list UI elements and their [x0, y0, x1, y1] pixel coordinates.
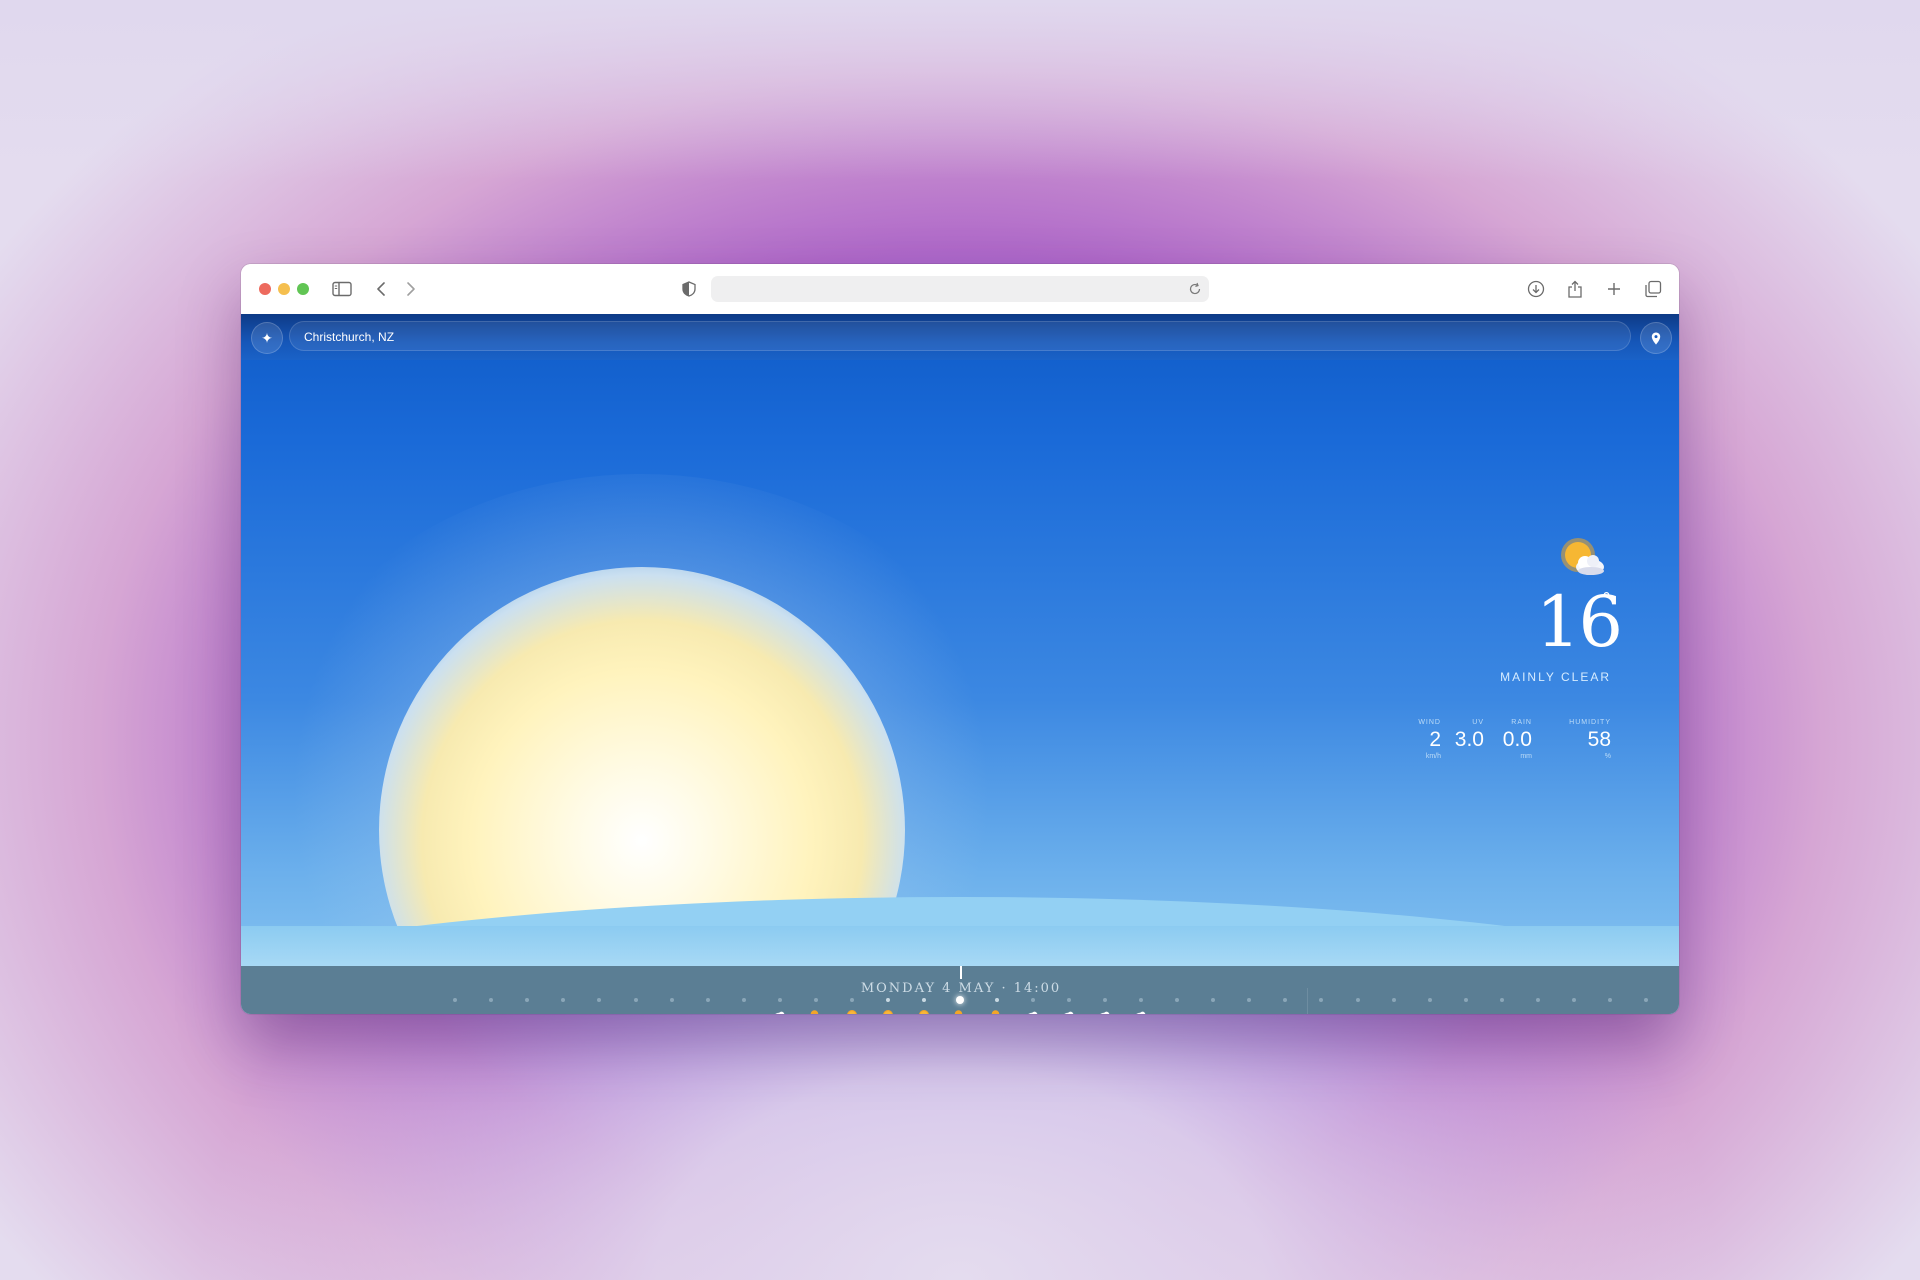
timeline-hour[interactable] — [669, 998, 674, 1002]
timeline-hour[interactable] — [1066, 998, 1071, 1002]
timeline-hour[interactable] — [1644, 998, 1649, 1002]
timeline-hour[interactable] — [886, 998, 891, 1002]
timeline-hour[interactable] — [1283, 998, 1288, 1002]
sparkle-button[interactable]: ✦ — [251, 322, 283, 354]
partly-cloudy-icon — [1561, 538, 1604, 575]
weather-summary: MAINLY CLEAR — [1500, 670, 1611, 684]
sun-icon — [919, 1010, 930, 1014]
timeline-hour[interactable] — [994, 998, 999, 1002]
new-tab-icon[interactable] — [1602, 277, 1626, 301]
zoom-window-button[interactable] — [297, 283, 309, 295]
day-separator — [1307, 988, 1308, 1014]
timeline-hour[interactable] — [489, 998, 494, 1002]
hourly-timeline[interactable]: MONDAY 4 MAY · 14:00 0003060912151821TUE… — [241, 966, 1679, 1014]
back-icon[interactable] — [369, 277, 393, 301]
timeline-hour[interactable] — [525, 998, 530, 1002]
stat-unit: % — [1604, 753, 1611, 760]
partly-cloudy-icon — [955, 1010, 963, 1014]
horizon-ground — [241, 926, 1679, 966]
stat-humidity: HUMIDITY 58 % — [1541, 718, 1611, 768]
timeline-hour[interactable] — [1499, 998, 1504, 1002]
reload-icon[interactable] — [1187, 281, 1203, 297]
timeline-hour[interactable] — [1536, 998, 1540, 1002]
browser-window: ✦ Christchurch, NZ 16 ° MAINLY CLEAR WIN… — [241, 264, 1679, 1014]
current-temperature: 16 — [1535, 581, 1623, 663]
stat-value: 3.0 — [1454, 728, 1484, 751]
cloud-icon — [1027, 1011, 1038, 1014]
timeline-hour[interactable] — [1427, 998, 1432, 1002]
cloud-icon — [1063, 1011, 1074, 1014]
sun-icon — [883, 1010, 894, 1014]
stat-uv: UV 3.0 — [1444, 718, 1484, 768]
timeline-hour[interactable] — [1608, 998, 1613, 1002]
downloads-icon[interactable] — [1524, 277, 1548, 301]
stat-label: RAIN — [1511, 719, 1532, 726]
current-location-button[interactable] — [1640, 322, 1672, 354]
share-icon[interactable] — [1563, 277, 1587, 301]
minimize-window-button[interactable] — [278, 283, 290, 295]
location-pin-icon — [1651, 332, 1661, 344]
timeline-selected-time: MONDAY 4 MAY · 14:00 — [860, 981, 1062, 996]
forward-icon[interactable] — [399, 277, 423, 301]
timeline-hour[interactable] — [850, 998, 855, 1002]
timeline-hour-selected[interactable] — [956, 996, 965, 1004]
timeline-hour[interactable] — [1391, 998, 1396, 1002]
sun-icon — [847, 1010, 857, 1014]
weather-app: ✦ Christchurch, NZ 16 ° MAINLY CLEAR WIN… — [241, 314, 1679, 1014]
timeline-hour[interactable] — [1102, 998, 1107, 1002]
stat-unit: mm — [1520, 753, 1532, 760]
timeline-hour[interactable] — [561, 998, 566, 1002]
cloud-icon — [1136, 1011, 1146, 1014]
timeline-hour[interactable] — [1030, 998, 1035, 1002]
stat-label: WIND — [1418, 719, 1441, 726]
sparkle-icon: ✦ — [261, 329, 273, 346]
timeline-hour[interactable] — [633, 998, 638, 1002]
timeline-hour[interactable] — [597, 998, 602, 1002]
timeline-hour[interactable] — [705, 998, 710, 1002]
tab-overview-icon[interactable] — [1641, 277, 1665, 301]
close-window-button[interactable] — [259, 283, 271, 295]
stat-value: 0.0 — [1502, 728, 1532, 751]
timeline-hour[interactable] — [1138, 998, 1143, 1002]
timeline-hour[interactable] — [814, 998, 818, 1002]
stat-wind: WIND 2 km/h — [1405, 718, 1441, 768]
timeline-hour[interactable] — [1572, 998, 1577, 1002]
timeline-hour[interactable] — [1463, 998, 1468, 1002]
timeline-hour[interactable] — [1319, 998, 1324, 1002]
timeline-hour[interactable] — [922, 998, 927, 1002]
privacy-shield-icon[interactable] — [677, 277, 701, 301]
cloud-icon — [775, 1011, 785, 1014]
stat-value: 58 — [1587, 728, 1611, 751]
degree-symbol: ° — [1602, 589, 1611, 610]
timeline-hour[interactable] — [1355, 998, 1360, 1002]
sidebar-toggle-icon[interactable] — [330, 277, 354, 301]
timeline-hour[interactable] — [1247, 998, 1252, 1002]
stat-value: 2 — [1429, 728, 1441, 751]
location-search-input[interactable]: Christchurch, NZ — [289, 321, 1631, 351]
address-bar[interactable] — [711, 276, 1209, 302]
stat-rain: RAIN 0.0 mm — [1488, 718, 1532, 768]
partly-cloudy-icon — [810, 1010, 819, 1014]
timeline-hour[interactable] — [777, 998, 782, 1002]
stat-label: HUMIDITY — [1569, 719, 1611, 726]
timeline-hour[interactable] — [453, 998, 457, 1002]
app-topbar: ✦ Christchurch, NZ — [241, 314, 1679, 360]
stat-unit: km/h — [1425, 753, 1441, 760]
timeline-hour[interactable] — [1175, 998, 1179, 1002]
browser-toolbar — [241, 264, 1679, 315]
timeline-hour[interactable] — [741, 998, 746, 1002]
stat-label: UV — [1472, 719, 1484, 726]
timeline-current-marker[interactable] — [960, 966, 962, 979]
cloud-icon — [1100, 1011, 1110, 1014]
partly-cloudy-icon — [991, 1010, 999, 1014]
timeline-hour[interactable] — [1211, 998, 1216, 1002]
